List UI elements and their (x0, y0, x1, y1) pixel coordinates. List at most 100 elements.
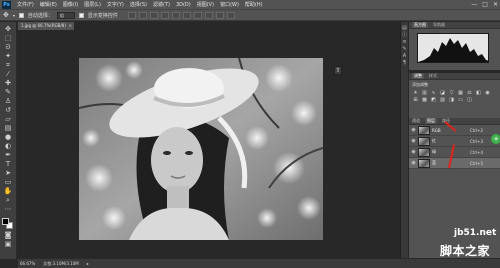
vibrance-icon[interactable]: ▽ (448, 90, 455, 96)
gradient-tool-icon[interactable]: ▤ (3, 124, 13, 132)
blur-tool-icon[interactable]: ● (3, 133, 13, 141)
eyedropper-icon[interactable]: ⁄ (3, 70, 13, 78)
pen-tool-icon[interactable]: ✒ (3, 151, 13, 159)
auto-select-dropdown[interactable]: 组 (56, 11, 75, 19)
tab-layers[interactable]: 图层 (425, 118, 437, 124)
tab-channels[interactable]: 通道 (412, 118, 420, 124)
move-tool-icon[interactable]: ✥ (3, 25, 13, 33)
channel-mixer-icon[interactable]: ⊞ (412, 97, 419, 103)
align-left-icon[interactable] (160, 11, 169, 19)
history-icon[interactable]: ▤ (402, 26, 407, 31)
paragraph-icon[interactable]: ¶ (402, 61, 407, 66)
auto-select-checkbox[interactable] (18, 12, 24, 18)
menu-edit[interactable]: 编辑(E) (37, 1, 60, 8)
screen-mode-icon[interactable]: ▣ (3, 240, 13, 248)
menu-select[interactable]: 选择(S) (127, 1, 150, 8)
hue-saturation-icon[interactable]: ▦ (457, 90, 464, 96)
brightness-icon[interactable]: ☀ (412, 90, 419, 96)
history-brush-icon[interactable]: ↺ (3, 106, 13, 114)
more-tools-icon[interactable]: ⋯ (3, 205, 13, 213)
align-right-icon[interactable] (182, 11, 191, 19)
distribute-h-icon[interactable] (204, 11, 213, 19)
character-icon[interactable]: A (402, 54, 407, 59)
options-bar: ✥ ▾ 自动选择： 组 显示变换控件 (0, 9, 500, 21)
align-center-icon[interactable] (171, 11, 180, 19)
curves-icon[interactable]: ∿ (430, 90, 437, 96)
close-icon[interactable]: × (69, 22, 72, 30)
menu-file[interactable]: 文件(F) (14, 1, 37, 8)
document-tab[interactable]: 1.jpg @ 66.7%(RGB/8) × (18, 22, 74, 30)
distribute-icon[interactable] (193, 11, 202, 19)
invert-icon[interactable]: ◩ (430, 97, 437, 103)
marquee-tool-icon[interactable]: ⬚ (3, 34, 13, 42)
move-tool-icon[interactable]: ✥ (3, 11, 9, 19)
hand-tool-icon[interactable]: ✋ (3, 187, 13, 195)
photo-filter-icon[interactable]: ◉ (484, 90, 491, 96)
minimize-button[interactable]: — (471, 1, 477, 8)
selective-color-icon[interactable]: ◫ (466, 97, 473, 103)
posterize-icon[interactable]: ▨ (439, 97, 446, 103)
menu-3d[interactable]: 3D(D) (173, 2, 194, 8)
levels-icon[interactable]: ▥ (421, 90, 428, 96)
menu-filter[interactable]: 滤镜(T) (150, 1, 173, 8)
status-arrow-icon[interactable]: ▸ (87, 261, 89, 266)
tab-histogram[interactable]: 直方图 (412, 22, 428, 28)
quick-mask-icon[interactable]: ◙ (3, 231, 13, 239)
color-balance-icon[interactable]: ⚖ (466, 90, 473, 96)
align-bottom-icon[interactable] (149, 11, 158, 19)
menu-type[interactable]: 文字(Y) (104, 1, 127, 8)
close-button[interactable]: ✕ (493, 1, 498, 8)
tab-adjustments[interactable]: 调整 (412, 73, 424, 79)
threshold-icon[interactable]: ◨ (448, 97, 455, 103)
eye-icon[interactable]: ◉ (411, 127, 416, 133)
menu-image[interactable]: 图像(I) (60, 1, 81, 8)
gradient-map-icon[interactable]: ▭ (457, 97, 464, 103)
add-button[interactable]: + (491, 134, 500, 144)
brush-tool-icon[interactable]: ✎ (3, 88, 13, 96)
zoom-level[interactable]: 66.67% (20, 261, 35, 266)
path-select-icon[interactable]: ➤ (3, 169, 13, 177)
transform-controls-checkbox[interactable] (78, 12, 84, 18)
brush-presets-icon[interactable]: ✎ (402, 47, 407, 52)
shape-tool-icon[interactable]: ▭ (3, 178, 13, 186)
align-buttons (127, 11, 235, 19)
color-lookup-icon[interactable]: ▩ (421, 97, 428, 103)
align-top-icon[interactable] (127, 11, 136, 19)
color-swatches[interactable] (2, 218, 14, 230)
maximize-button[interactable]: □ (482, 1, 488, 8)
menu-view[interactable]: 视图(V) (194, 1, 217, 8)
foreground-color[interactable] (2, 218, 9, 225)
magic-wand-icon[interactable]: ✦ (3, 52, 13, 60)
distribute-v-icon[interactable] (215, 11, 224, 19)
auto-align-icon[interactable] (226, 11, 235, 19)
chevron-down-icon[interactable]: ▾ (13, 13, 15, 18)
exposure-icon[interactable]: ◪ (439, 90, 446, 96)
properties-icon[interactable]: ≡ (402, 40, 407, 45)
healing-brush-icon[interactable]: ✚ (3, 79, 13, 87)
eraser-icon[interactable]: ▱ (3, 115, 13, 123)
menu-window[interactable]: 窗口(W) (217, 1, 242, 8)
dodge-tool-icon[interactable]: ◐ (3, 142, 13, 150)
channel-row-green[interactable]: ◉ 绿 Ctrl+4 (409, 147, 500, 158)
canvas-area[interactable] (18, 30, 400, 257)
lasso-tool-icon[interactable]: ᘐ (3, 43, 13, 51)
align-middle-icon[interactable] (138, 11, 147, 19)
document-image[interactable] (79, 58, 323, 240)
eye-icon[interactable]: ◉ (411, 149, 416, 155)
floating-panel-button[interactable]: ⇧ (334, 66, 342, 75)
channel-thumbnail (418, 125, 430, 135)
zoom-tool-icon[interactable]: ⌕ (3, 196, 13, 204)
window-controls: — □ ✕ (471, 1, 498, 8)
black-white-icon[interactable]: ◧ (475, 90, 482, 96)
eye-icon[interactable]: ◉ (411, 160, 416, 166)
menu-layer[interactable]: 图层(L) (81, 1, 104, 8)
tab-navigator[interactable]: 导航器 (433, 22, 445, 28)
tab-styles[interactable]: 样式 (429, 73, 437, 79)
info-icon[interactable]: ⓘ (402, 33, 407, 38)
crop-tool-icon[interactable]: ⌗ (3, 61, 13, 69)
menu-help[interactable]: 帮助(H) (242, 1, 266, 8)
channel-row-blue[interactable]: ◉ 蓝 Ctrl+5 (409, 158, 500, 169)
eye-icon[interactable]: ◉ (411, 138, 416, 144)
type-tool-icon[interactable]: T (3, 160, 13, 168)
clone-stamp-icon[interactable]: ♙ (3, 97, 13, 105)
